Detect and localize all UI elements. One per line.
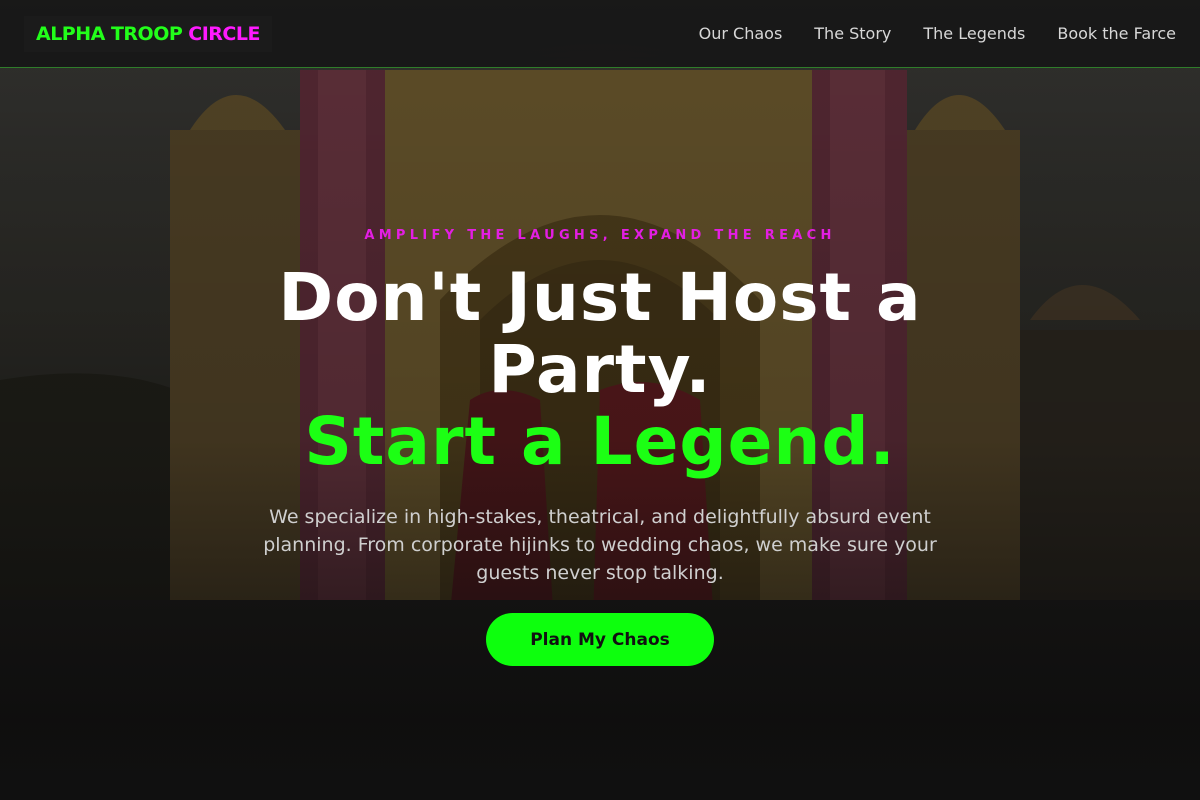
hero-headline: Don't Just Host a Party. Start a Legend. [230,262,970,478]
plan-my-chaos-button[interactable]: Plan My Chaos [486,613,714,666]
brand-logo[interactable]: ALPHA TROOP CIRCLE [24,15,272,52]
hero-section: AMPLIFY THE LAUGHS, EXPAND THE REACH Don… [0,0,1200,800]
nav-link-the-story[interactable]: The Story [814,24,891,43]
nav-link-our-chaos[interactable]: Our Chaos [699,24,783,43]
hero-headline-accent: Start a Legend. [304,403,896,480]
nav-link-book-the-farce[interactable]: Book the Farce [1057,24,1176,43]
hero-description: We specialize in high-stakes, theatrical… [263,506,937,584]
brand-name-part2: CIRCLE [188,22,260,45]
nav-menu: Our Chaos The Story The Legends Book the… [699,24,1176,43]
hero-headline-main: Don't Just Host a Party. [278,259,922,408]
brand-name-part1: ALPHA TROOP [36,22,183,45]
top-navbar: ALPHA TROOP CIRCLE Our Chaos The Story T… [0,0,1200,68]
nav-link-the-legends[interactable]: The Legends [923,24,1025,43]
hero-eyebrow: AMPLIFY THE LAUGHS, EXPAND THE REACH [364,228,836,243]
